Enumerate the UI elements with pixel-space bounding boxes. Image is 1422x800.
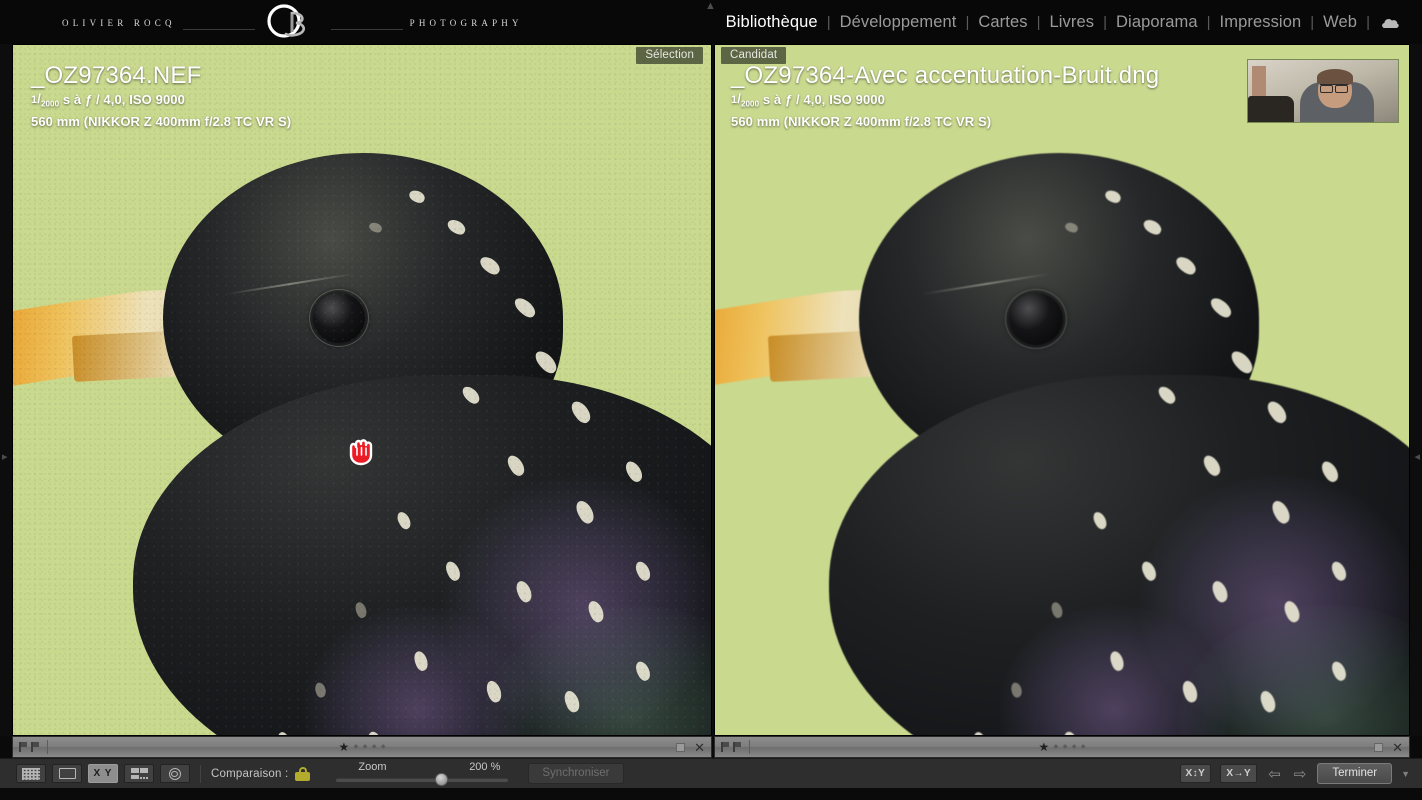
reject-icon[interactable]: ✕ — [694, 741, 705, 754]
bottom-toolbar: X Y Comparaison : Zoom 200 % Synchronise… — [0, 758, 1422, 788]
select-star-rating[interactable]: ★ ◆ ◆ ◆ ◆ — [13, 738, 711, 756]
star-1-filled[interactable]: ★ — [1038, 740, 1049, 754]
candidate-star-rating[interactable]: ★ ◆ ◆ ◆ ◆ — [715, 738, 1409, 756]
bird-image-left — [13, 45, 711, 735]
candidate-strip-actions: ✕ — [1374, 741, 1403, 754]
bird-image-right — [715, 45, 1409, 735]
star-5-empty[interactable]: ◆ — [1081, 744, 1086, 750]
people-view-icon[interactable] — [160, 764, 190, 783]
star-1-filled[interactable]: ★ — [338, 740, 349, 754]
candidate-pane[interactable]: Candidat _OZ97364-Avec accentuation-Brui… — [714, 44, 1410, 736]
module-impression[interactable]: Impression — [1211, 13, 1311, 32]
survey-view-icon[interactable] — [124, 764, 154, 783]
left-panel-toggle-icon[interactable]: ▸ — [2, 452, 8, 463]
select-strip-actions: ✕ — [676, 741, 705, 754]
zoom-control-group: Zoom 200 % — [332, 761, 522, 787]
select-rating-strip[interactable]: ★ ◆ ◆ ◆ ◆ ✕ — [12, 736, 712, 758]
synchroniser-button[interactable]: Synchroniser — [528, 763, 624, 784]
identity-left-word: OLIVIER ROCQ — [62, 18, 176, 28]
zoom-value: 200 % — [469, 760, 501, 773]
candidate-photo[interactable] — [715, 45, 1409, 735]
zoom-label: Zoom — [358, 760, 387, 773]
right-panel-toggle-icon[interactable]: ◂ — [1414, 452, 1420, 463]
presenter-webcam-thumbnail — [1247, 59, 1399, 123]
arrow-left-icon[interactable]: ⇦ — [1266, 765, 1283, 783]
identity-rule-right — [330, 28, 403, 30]
select-photo[interactable] — [13, 45, 711, 735]
make-select-button[interactable]: X→Y — [1220, 764, 1258, 783]
loupe-view-icon[interactable] — [52, 764, 82, 783]
lightroom-window: OLIVIER ROCQ PHOTOGRAPHY Bibliothèque | … — [0, 0, 1422, 800]
swap-images-button[interactable]: X↕Y — [1179, 764, 1212, 783]
select-badge: Sélection — [636, 47, 703, 64]
star-5-empty[interactable]: ◆ — [381, 744, 386, 750]
compare-view-icon[interactable]: X Y — [88, 764, 118, 783]
view-mode-group: X Y — [0, 764, 190, 783]
grid-view-icon[interactable] — [16, 764, 46, 783]
cloud-sync-icon[interactable] — [1370, 16, 1412, 29]
module-bibliotheque[interactable]: Bibliothèque — [717, 13, 827, 32]
select-pane[interactable]: Sélection _OZ97364.NEF 1/2000 s à ƒ / 4,… — [12, 44, 712, 736]
color-label-swatch[interactable] — [1374, 742, 1384, 752]
arrow-right-icon[interactable]: ⇨ — [1292, 765, 1309, 783]
star-3-empty[interactable]: ◆ — [363, 744, 368, 750]
candidate-badge: Candidat — [721, 47, 787, 64]
top-panel-toggle-icon[interactable]: ▲ — [705, 1, 716, 12]
module-livres[interactable]: Livres — [1041, 13, 1104, 32]
identity-right-word: PHOTOGRAPHY — [409, 18, 523, 28]
star-3-empty[interactable]: ◆ — [1063, 744, 1068, 750]
comparison-label: Comparaison : — [211, 767, 289, 780]
filmstrip-collapsed-area — [0, 788, 1422, 800]
zoom-slider-thumb[interactable] — [434, 772, 448, 786]
module-web[interactable]: Web — [1314, 13, 1366, 32]
compare-stage: Sélection _OZ97364.NEF 1/2000 s à ƒ / 4,… — [0, 44, 1422, 736]
module-picker: Bibliothèque | Développement | Cartes | … — [717, 13, 1422, 32]
star-4-empty[interactable]: ◆ — [1072, 744, 1077, 750]
lock-closed-icon[interactable] — [295, 766, 311, 781]
toolbar-divider — [200, 764, 201, 783]
reject-icon[interactable]: ✕ — [1392, 741, 1403, 754]
zoom-slider-track[interactable] — [336, 777, 509, 782]
star-2-empty[interactable]: ◆ — [354, 744, 359, 750]
module-developpement[interactable]: Développement — [831, 13, 966, 32]
star-2-empty[interactable]: ◆ — [1054, 744, 1059, 750]
module-cartes[interactable]: Cartes — [969, 13, 1036, 32]
chevron-down-icon[interactable]: ▼ — [1401, 769, 1410, 779]
color-label-swatch[interactable] — [676, 742, 686, 752]
identity-rule-left — [182, 28, 255, 30]
module-diaporama[interactable]: Diaporama — [1107, 13, 1207, 32]
compare-actions-group: X↕Y X→Y ⇦ ⇨ Terminer ▼ — [1179, 763, 1422, 784]
star-4-empty[interactable]: ◆ — [372, 744, 377, 750]
identity-monogram-icon — [262, 2, 324, 42]
rating-strips: ★ ◆ ◆ ◆ ◆ ✕ ★ ◆ ◆ ◆ ◆ ✕ — [0, 736, 1422, 758]
candidate-rating-strip[interactable]: ★ ◆ ◆ ◆ ◆ ✕ — [714, 736, 1410, 758]
identity-plate[interactable]: OLIVIER ROCQ PHOTOGRAPHY — [0, 0, 523, 44]
terminer-button[interactable]: Terminer — [1317, 763, 1393, 784]
